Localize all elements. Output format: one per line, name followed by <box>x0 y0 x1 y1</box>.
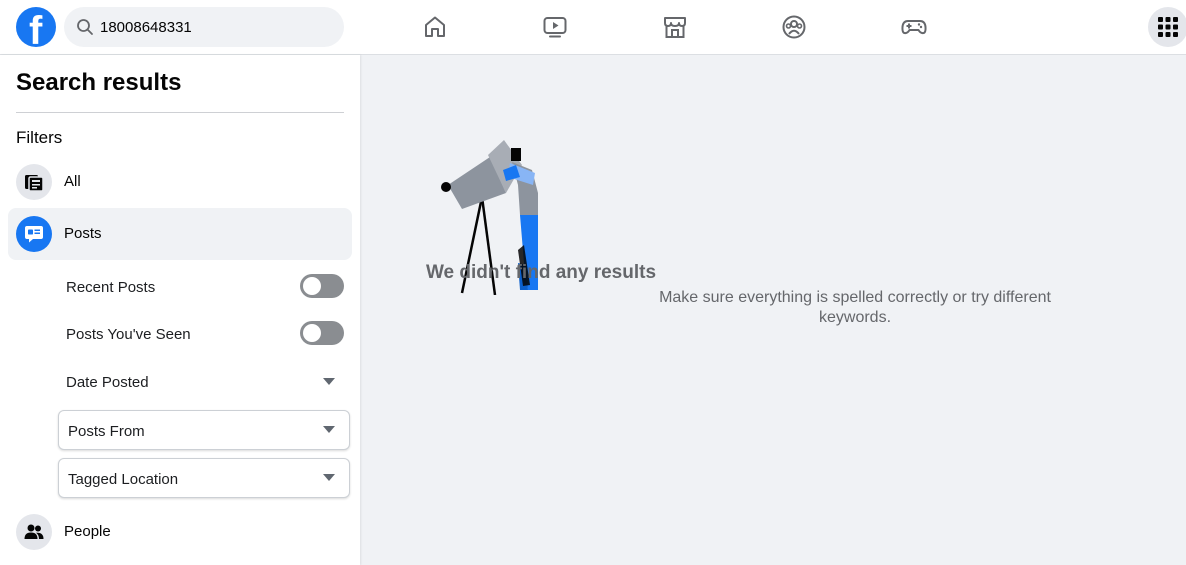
search-box[interactable] <box>64 7 344 47</box>
posts-seen-label: Posts You've Seen <box>66 326 191 343</box>
search-input[interactable] <box>100 7 336 47</box>
grid-menu-icon <box>1158 17 1178 37</box>
empty-results-title: We didn't find any results <box>425 262 657 283</box>
search-icon <box>77 19 93 35</box>
all-results-icon-circle <box>16 164 52 200</box>
top-navigation-bar: f <box>0 0 1186 55</box>
toggle-knob <box>303 324 321 342</box>
chevron-down-icon <box>323 474 335 481</box>
people-icon <box>24 524 44 539</box>
posts-from-label: Posts From <box>68 423 145 440</box>
empty-results-subtitle: Make sure everything is spelled correctl… <box>659 289 1051 326</box>
posts-seen-toggle[interactable] <box>300 321 344 345</box>
tagged-location-select[interactable]: Tagged Location <box>58 458 350 498</box>
date-posted-dropdown[interactable]: Date Posted <box>58 361 350 401</box>
home-icon[interactable] <box>421 13 449 41</box>
filters-heading: Filters <box>16 128 63 147</box>
divider <box>16 112 344 113</box>
filter-item-posts[interactable]: Posts <box>8 208 352 260</box>
marketplace-icon[interactable] <box>661 13 689 41</box>
filter-item-people[interactable]: People <box>8 506 352 558</box>
logo-letter: f <box>29 9 43 47</box>
groups-icon[interactable] <box>780 13 808 41</box>
filter-item-all[interactable]: All <box>8 156 352 208</box>
filter-label-posts: Posts <box>64 225 102 242</box>
all-results-icon <box>25 175 44 192</box>
gaming-icon[interactable] <box>900 13 928 41</box>
chevron-down-icon <box>323 426 335 433</box>
search-sidebar: Search results Filters All Posts Recent … <box>0 55 360 565</box>
posts-icon <box>25 226 43 243</box>
posts-icon-circle <box>16 216 52 252</box>
filter-label-all: All <box>64 173 81 190</box>
tagged-location-label: Tagged Location <box>68 471 179 488</box>
watch-icon[interactable] <box>541 13 569 41</box>
posts-from-select[interactable]: Posts From <box>58 410 350 450</box>
people-icon-circle <box>16 514 52 550</box>
chevron-down-icon <box>323 378 335 385</box>
menu-button[interactable] <box>1148 7 1186 47</box>
filter-label-people: People <box>64 523 111 540</box>
page-title: Search results <box>16 69 182 96</box>
date-posted-label: Date Posted <box>66 374 149 391</box>
facebook-logo[interactable]: f <box>16 7 56 47</box>
